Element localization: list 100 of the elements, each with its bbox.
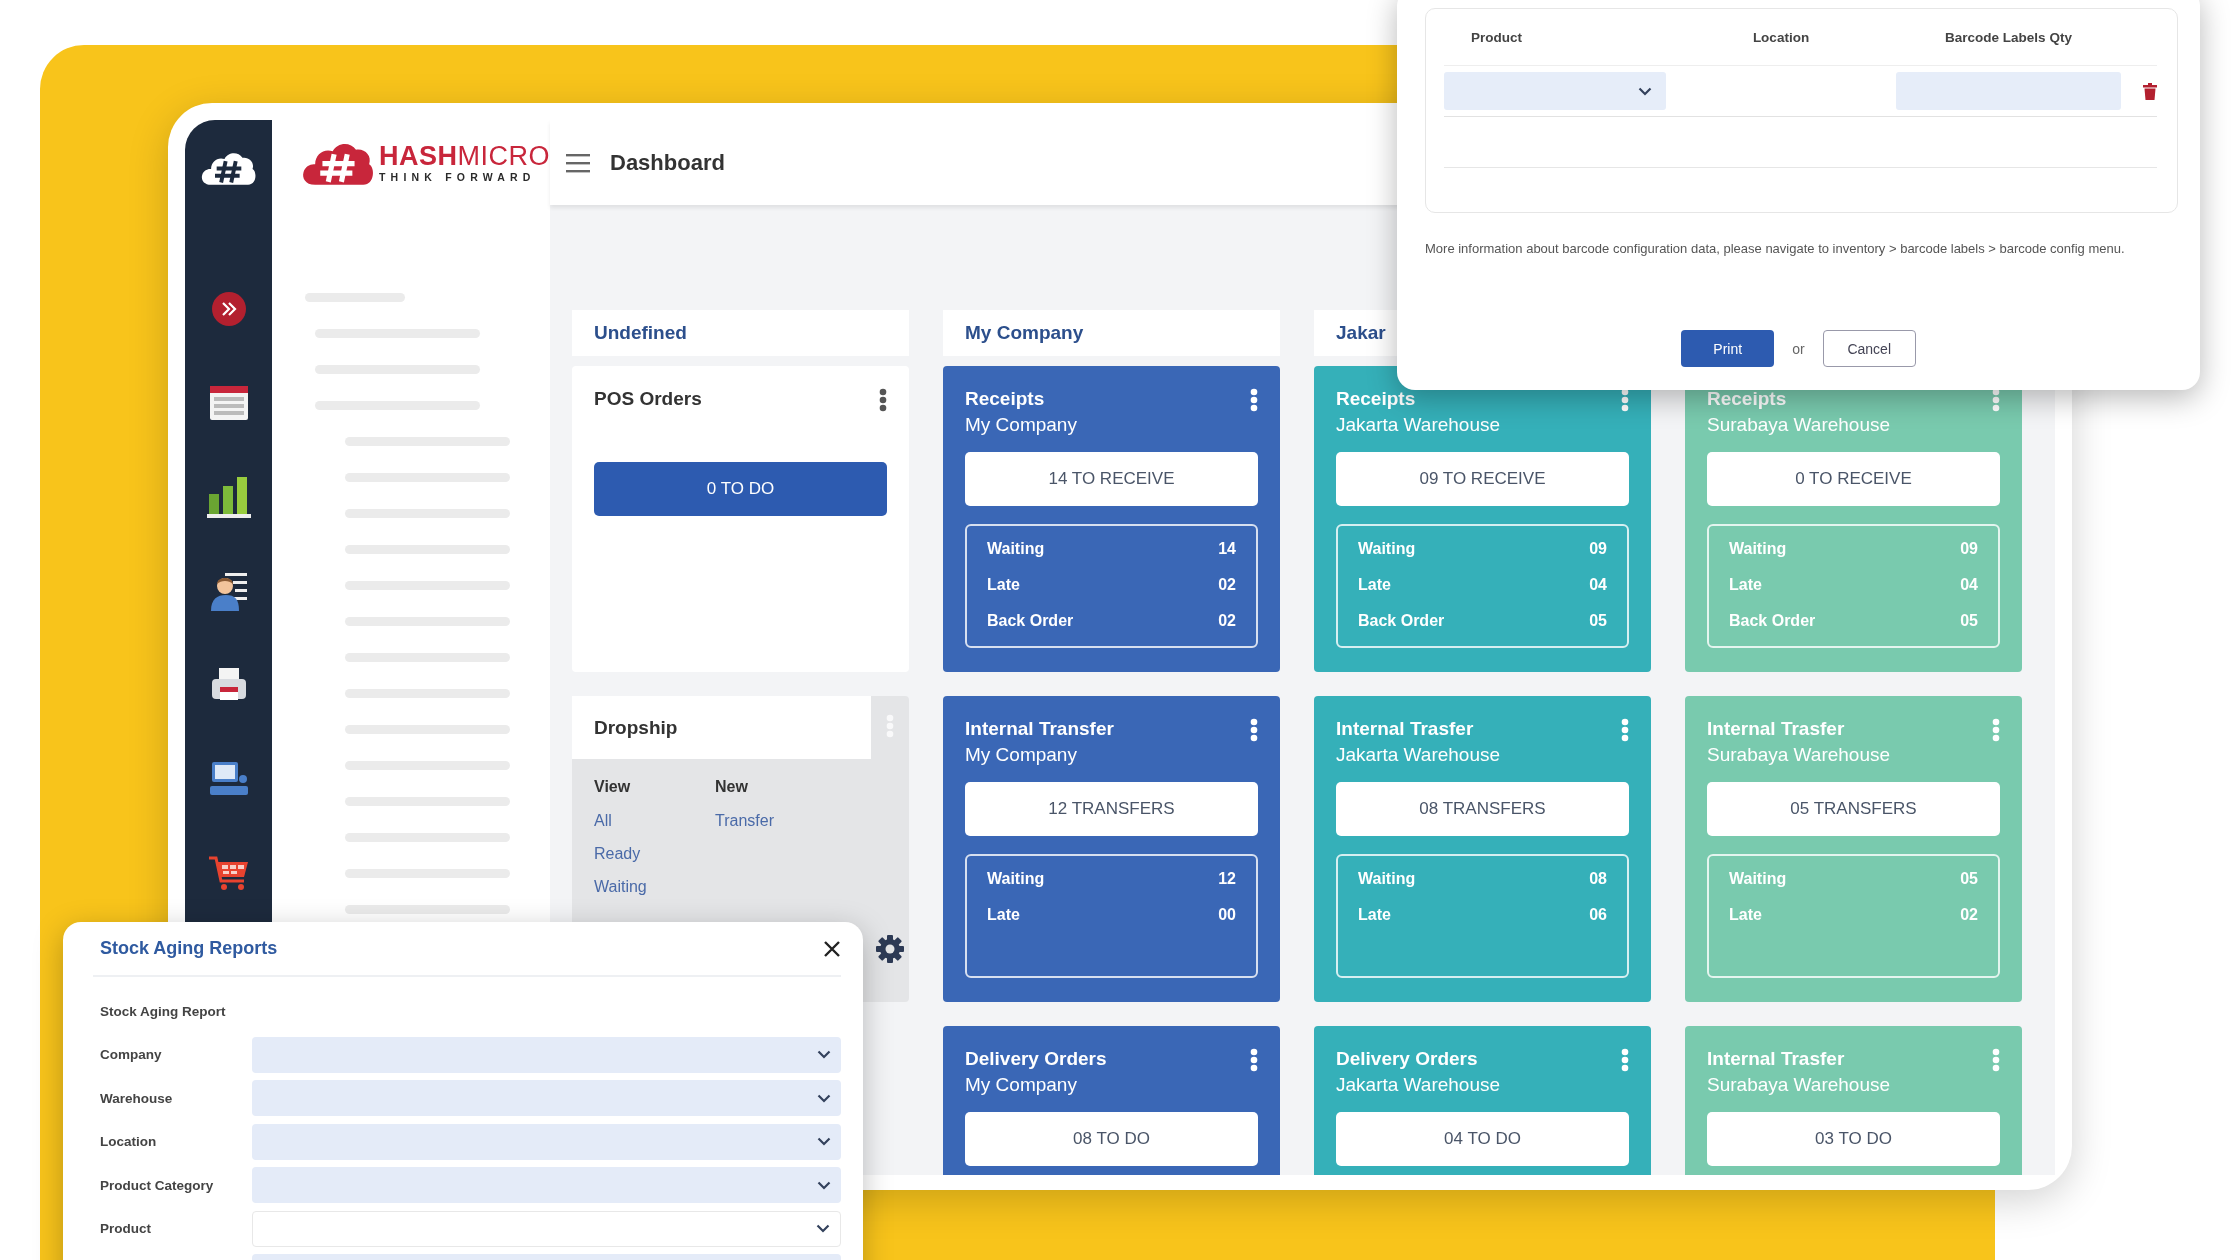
card-subtitle: Jakarta Warehouse	[1336, 1073, 1501, 1097]
stat-label: Back Order	[987, 612, 1074, 630]
stat-value: 12	[1218, 870, 1236, 888]
card-title: Receipts	[1707, 387, 1788, 411]
double-chevron-icon[interactable]	[211, 291, 246, 326]
stat-label: Waiting	[1358, 540, 1416, 558]
kebab-menu-icon[interactable]	[879, 388, 887, 412]
stat-value: 08	[1589, 870, 1607, 888]
person-list-icon[interactable]	[208, 570, 249, 611]
input-field[interactable]	[1896, 72, 2121, 110]
menu-heading: New	[715, 777, 749, 797]
chevron-down-icon	[1638, 86, 1652, 96]
card-subtitle: My Company	[965, 1073, 1078, 1097]
field-label: Company	[100, 1047, 163, 1063]
stat-value: 00	[1218, 906, 1236, 924]
stat-label: Waiting	[987, 870, 1045, 888]
dropdown-field[interactable]	[252, 1210, 841, 1247]
menu-icon[interactable]	[566, 152, 590, 173]
card-button[interactable]: 14 TO RECEIVE	[965, 452, 1258, 506]
cart-icon[interactable]	[207, 854, 250, 891]
card-button[interactable]: 12 TRANSFERS	[965, 782, 1258, 836]
card-button[interactable]: 0 TO RECEIVE	[1707, 452, 2000, 506]
card-subtitle: My Company	[965, 743, 1078, 767]
stat-value: 05	[1589, 612, 1607, 630]
dropdown-field[interactable]	[252, 1036, 841, 1073]
menu-link[interactable]: Transfer	[715, 809, 774, 832]
stat-value: 06	[1589, 906, 1607, 924]
print-button[interactable]: Print	[1681, 330, 1775, 367]
column-header: My Company	[943, 310, 1280, 356]
stat-label: Waiting	[1358, 870, 1416, 888]
card-button[interactable]: 04 TO DO	[1336, 1112, 1629, 1166]
menu-link[interactable]: All	[594, 809, 715, 832]
stat-value: 14	[1218, 540, 1236, 558]
dropdown-field[interactable]	[1444, 72, 1666, 110]
stat-value: 09	[1960, 540, 1978, 558]
kebab-menu-icon[interactable]	[1250, 718, 1258, 742]
close-icon[interactable]	[823, 939, 841, 958]
stat-label: Back Order	[1358, 612, 1445, 630]
stat-label: Late	[1729, 906, 1762, 924]
kebab-menu-icon[interactable]	[1621, 388, 1629, 412]
printer-icon[interactable]	[209, 666, 248, 703]
stat-label: Waiting	[987, 540, 1045, 558]
stat-label: Waiting	[1729, 870, 1787, 888]
card-title: Dropship	[594, 716, 678, 739]
gear-icon[interactable]	[875, 934, 905, 964]
stat-label: Late	[1358, 906, 1391, 924]
chevron-down-icon	[817, 1050, 831, 1060]
dropdown-field[interactable]	[252, 1080, 841, 1117]
kebab-menu-icon[interactable]	[1250, 1048, 1258, 1072]
dropdown-field[interactable]	[252, 1167, 841, 1204]
card-title: Internal Trasfer	[1707, 1047, 1846, 1071]
section-label: Stock Aging Report	[100, 1004, 227, 1019]
computer-icon[interactable]	[208, 760, 249, 797]
trash-icon[interactable]	[2143, 82, 2157, 100]
card-button[interactable]: 05 TRANSFERS	[1707, 782, 2000, 836]
card-title: Receipts	[1336, 387, 1417, 411]
chevron-down-icon	[817, 1180, 831, 1190]
brand-name: HASHMICRO	[379, 141, 550, 171]
stat-label: Waiting	[1729, 540, 1787, 558]
card-button[interactable]: 08 TRANSFERS	[1336, 782, 1629, 836]
column-header: Undefined	[572, 310, 909, 356]
card-button[interactable]: 09 TO RECEIVE	[1336, 452, 1629, 506]
page-title: Dashboard	[610, 149, 725, 176]
stat-value: 04	[1589, 576, 1607, 594]
stat-label: Late	[987, 576, 1020, 594]
card-title: Delivery Orders	[1336, 1047, 1479, 1071]
stat-value: 04	[1960, 576, 1978, 594]
chevron-down-icon	[816, 1224, 830, 1234]
column-heading: Barcode Labels Qty	[1944, 29, 2073, 45]
menu-link[interactable]: Waiting	[594, 875, 715, 898]
info-note: More information about barcode configuration data, please navigate to inventory > barcode labels > barcode config menu.	[1425, 241, 2126, 256]
bar-chart-icon[interactable]	[206, 475, 251, 518]
card-subtitle: Jakarta Warehouse	[1336, 743, 1501, 767]
card-title: Delivery Orders	[965, 1047, 1107, 1071]
cancel-button[interactable]: Cancel	[1822, 330, 1916, 367]
browser-window-icon[interactable]	[208, 384, 249, 421]
card-subtitle: Surabaya Warehouse	[1707, 1073, 1891, 1097]
stat-value: 02	[1960, 906, 1978, 924]
stat-label: Back Order	[1729, 612, 1816, 630]
card-title: Internal Transfer	[965, 717, 1114, 741]
menu-link[interactable]: Ready	[594, 842, 715, 865]
stat-value: 05	[1960, 612, 1978, 630]
chevron-down-icon	[817, 1093, 831, 1103]
stat-label: Late	[1358, 576, 1391, 594]
dialog-title: Stock Aging Reports	[100, 938, 278, 959]
chevron-down-icon	[817, 1137, 831, 1147]
stat-value: 09	[1589, 540, 1607, 558]
card-button[interactable]: 0 TO DO	[594, 462, 887, 516]
menu-heading: View	[594, 777, 632, 797]
field-label: Product	[100, 1221, 152, 1237]
field-label: Location	[100, 1134, 158, 1150]
field-label: Warehouse	[100, 1090, 174, 1106]
dropdown-field[interactable]	[252, 1123, 841, 1160]
card-button[interactable]: 03 TO DO	[1707, 1112, 2000, 1166]
card-button[interactable]: 08 TO DO	[965, 1112, 1258, 1166]
card-subtitle: Surabaya Warehouse	[1707, 413, 1891, 437]
logo-icon	[200, 150, 257, 185]
card-subtitle: Jakarta Warehouse	[1336, 413, 1501, 437]
column-heading: Product	[1470, 29, 1523, 45]
kebab-menu-icon[interactable]	[1250, 388, 1258, 412]
